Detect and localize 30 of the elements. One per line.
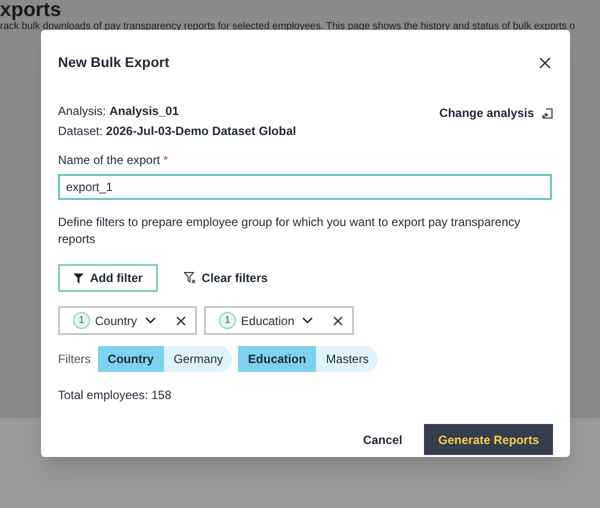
instructions-text: Define filters to prepare employee group for which you want to export pay transparency reports — [58, 214, 522, 248]
filter-tag-field: Country — [98, 346, 164, 372]
close-icon — [539, 56, 551, 68]
filter-dropdown[interactable]: 1 Education — [204, 306, 354, 335]
filter-tag-field: Education — [238, 346, 316, 372]
filter-tag-value: Masters — [316, 346, 378, 372]
count-badge: 1 — [73, 312, 90, 329]
external-link-icon — [542, 108, 553, 118]
generate-reports-button[interactable]: Generate Reports — [424, 424, 553, 455]
total-employees-text: Total employees: 158 — [58, 387, 172, 404]
filter-dropdown[interactable]: 1 Country — [58, 306, 198, 335]
export-name-field[interactable]: export_1 — [58, 174, 552, 200]
remove-icon[interactable] — [333, 316, 344, 326]
count-badge: 1 — [219, 312, 236, 329]
add-filter-button[interactable]: Add filter — [58, 264, 158, 292]
dataset-text: Dataset: 2026-Jul-03-Demo Dataset Global — [58, 123, 296, 140]
clear-filters-button[interactable]: Clear filters — [184, 269, 268, 287]
cancel-button[interactable]: Cancel — [360, 430, 404, 448]
page-title: xports — [0, 0, 62, 20]
change-analysis-link[interactable]: Change analysis — [439, 103, 553, 123]
field-label: Name of the export * — [58, 152, 170, 169]
filters-label: Filters — [58, 351, 91, 368]
filter-tag-value: Germany — [164, 346, 232, 372]
clear-filter-icon — [184, 272, 197, 284]
remove-icon[interactable] — [176, 316, 186, 326]
chevron-down-icon — [302, 317, 314, 324]
filter-icon — [73, 272, 84, 284]
analysis-text: Analysis: Analysis_01 — [58, 103, 180, 120]
chevron-down-icon — [145, 317, 156, 324]
dialog-title: New Bulk Export — [58, 53, 170, 72]
